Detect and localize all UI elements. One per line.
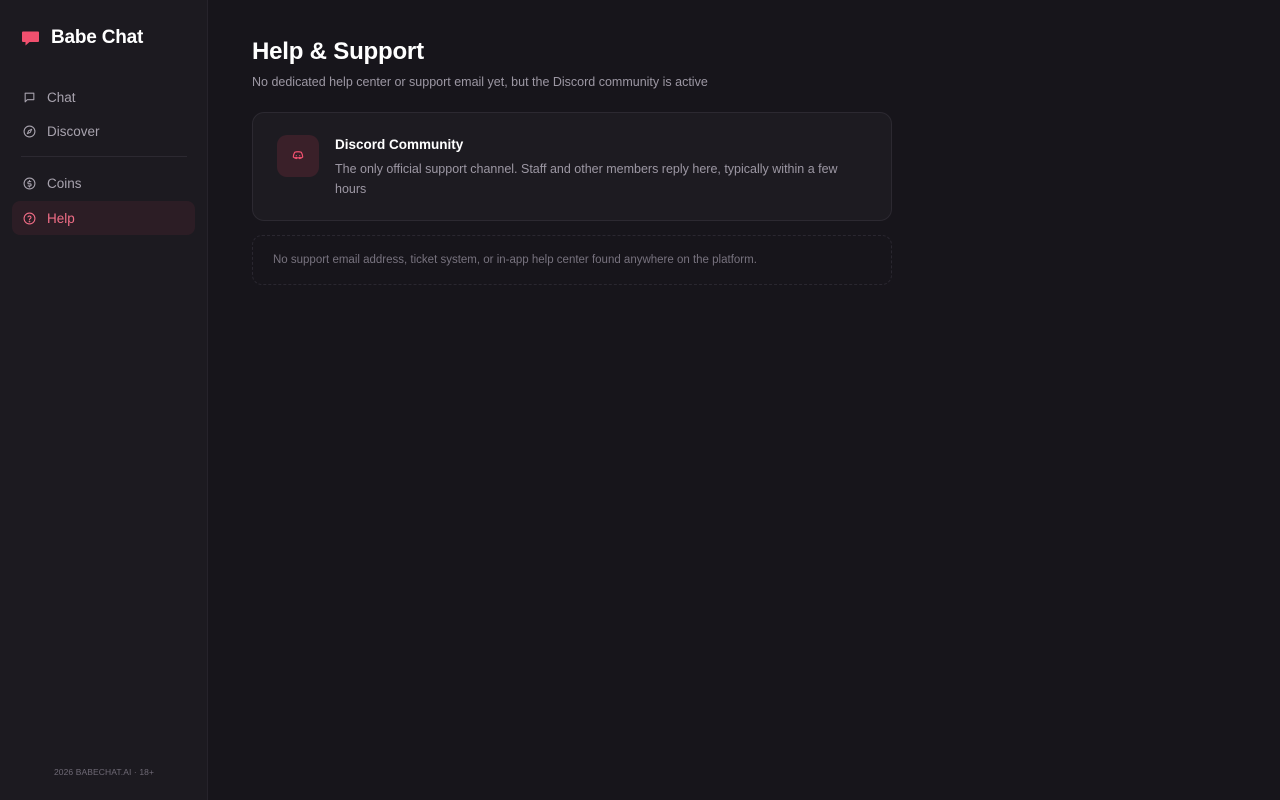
sidebar-item-discover[interactable]: Discover bbox=[12, 114, 195, 148]
sidebar-item-help[interactable]: Help bbox=[12, 201, 195, 235]
sidebar-divider bbox=[21, 156, 187, 157]
compass-icon bbox=[23, 125, 36, 137]
sidebar-nav: Chat Discover Coins Help bbox=[12, 80, 195, 235]
card-title: Discord Community bbox=[335, 137, 464, 152]
notice-text: No support email address, ticket system,… bbox=[273, 254, 757, 266]
sidebar: Babe Chat Chat Discover Coins Help 2026 … bbox=[0, 0, 208, 800]
discord-community-card[interactable]: Discord Community The only official supp… bbox=[252, 112, 892, 221]
sidebar-item-label: Help bbox=[47, 210, 75, 226]
sidebar-item-label: Coins bbox=[47, 175, 82, 191]
chat-bubble-icon bbox=[22, 31, 39, 45]
no-support-notice: No support email address, ticket system,… bbox=[252, 235, 892, 285]
message-square-icon bbox=[24, 92, 35, 102]
help-circle-icon bbox=[23, 212, 36, 224]
coin-icon bbox=[23, 177, 36, 189]
page-title: Help & Support bbox=[252, 38, 424, 65]
card-icon-container bbox=[277, 135, 319, 177]
sidebar-item-coins[interactable]: Coins bbox=[12, 166, 195, 200]
brand-logo-link[interactable]: Babe Chat bbox=[21, 27, 143, 49]
sidebar-item-chat[interactable]: Chat bbox=[12, 80, 195, 114]
sidebar-item-label: Discover bbox=[47, 123, 100, 139]
brand-name: Babe Chat bbox=[51, 27, 144, 48]
discord-icon bbox=[292, 151, 304, 160]
app-root: Babe Chat Chat Discover Coins Help 2026 … bbox=[0, 0, 1280, 800]
page-subtitle: No dedicated help center or support emai… bbox=[252, 75, 708, 89]
sidebar-footer: 2026 BABECHAT.AI · 18+ bbox=[53, 767, 155, 777]
card-description: The only official support channel. Staff… bbox=[335, 162, 838, 196]
sidebar-item-label: Chat bbox=[47, 89, 76, 105]
